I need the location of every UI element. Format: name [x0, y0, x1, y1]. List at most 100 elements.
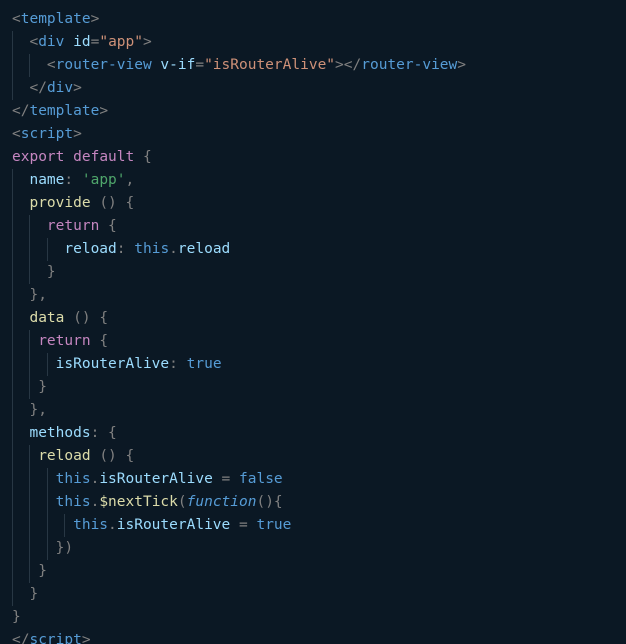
code-line: reload: this.reload [12, 238, 614, 261]
token-st: "app" [99, 34, 143, 50]
token-nm [178, 356, 187, 372]
token-bl: true [256, 517, 291, 533]
token-p: < [29, 34, 38, 50]
code-line: methods: { [12, 422, 614, 445]
code-line: return { [12, 330, 614, 353]
token-tg: template [21, 11, 91, 27]
token-nm [64, 310, 73, 326]
token-p: : [117, 241, 126, 257]
token-at: isRouterAlive [117, 517, 231, 533]
code-line: this.isRouterAlive = true [12, 514, 614, 537]
token-nm [64, 149, 73, 165]
token-p: { [126, 448, 135, 464]
token-at: reload [178, 241, 230, 257]
token-nm [12, 34, 29, 50]
token-p: }, [29, 402, 46, 418]
token-nm [12, 310, 29, 326]
code-line: reload () { [12, 445, 614, 468]
token-tg: this [134, 241, 169, 257]
token-p: > [99, 103, 108, 119]
token-nm [12, 241, 64, 257]
token-tg: router-view [56, 57, 152, 73]
token-tg: this [73, 517, 108, 533]
token-p: : [91, 425, 100, 441]
code-line: return { [12, 215, 614, 238]
code-line: } [12, 560, 614, 583]
token-p: } [38, 563, 47, 579]
token-at: name [29, 172, 64, 188]
token-p: < [12, 126, 21, 142]
token-nm [134, 149, 143, 165]
code-line: </template> [12, 100, 614, 123]
token-nm [117, 195, 126, 211]
token-at: isRouterAlive [56, 356, 170, 372]
token-at: id [73, 34, 90, 50]
token-p: > [82, 632, 91, 644]
code-line: } [12, 376, 614, 399]
token-nm [12, 402, 29, 418]
token-nm [230, 517, 239, 533]
code-line: <script> [12, 123, 614, 146]
token-nm [12, 195, 29, 211]
token-p: (){ [256, 494, 282, 510]
token-nm [12, 425, 29, 441]
token-nm [12, 172, 29, 188]
token-nm [12, 57, 47, 73]
token-st: "isRouterAlive" [204, 57, 335, 73]
token-tg: router-view [361, 57, 457, 73]
token-nm [117, 448, 126, 464]
token-nm [213, 471, 222, 487]
code-line: </script> [12, 629, 614, 644]
token-p: }) [56, 540, 73, 556]
code-line: this.$nextTick(function(){ [12, 491, 614, 514]
token-tg: template [29, 103, 99, 119]
token-nm [12, 218, 47, 234]
code-line: } [12, 583, 614, 606]
token-p: </ [29, 80, 46, 96]
code-line: }, [12, 399, 614, 422]
token-nm [12, 540, 56, 556]
token-nm [12, 563, 38, 579]
code-line: }, [12, 284, 614, 307]
token-tg: script [29, 632, 81, 644]
token-p: } [12, 609, 21, 625]
token-p: > [457, 57, 466, 73]
token-p: ></ [335, 57, 361, 73]
token-p: ( [178, 494, 187, 510]
token-p: = [239, 517, 248, 533]
token-at: methods [29, 425, 90, 441]
token-fn: provide [29, 195, 90, 211]
token-fn: data [29, 310, 64, 326]
token-nm [64, 34, 73, 50]
token-p: () [99, 448, 116, 464]
code-line: name: 'app', [12, 169, 614, 192]
token-nm [99, 218, 108, 234]
code-block: <template> <div id="app"> <router-view v… [0, 0, 626, 644]
token-p: </ [12, 103, 29, 119]
token-p: : [169, 356, 178, 372]
token-at: isRouterAlive [99, 471, 213, 487]
code-line: this.isRouterAlive = false [12, 468, 614, 491]
token-p: { [99, 310, 108, 326]
token-nm [12, 494, 56, 510]
token-nm [12, 448, 38, 464]
code-line: } [12, 261, 614, 284]
token-p: : [64, 172, 73, 188]
token-p: < [47, 57, 56, 73]
token-sg: 'app' [82, 172, 126, 188]
code-line: provide () { [12, 192, 614, 215]
code-line: data () { [12, 307, 614, 330]
token-p: . [108, 517, 117, 533]
code-line: }) [12, 537, 614, 560]
token-at: reload [64, 241, 116, 257]
token-p: > [73, 80, 82, 96]
token-p: { [143, 149, 152, 165]
code-line: } [12, 606, 614, 629]
token-p: () [99, 195, 116, 211]
code-line: <router-view v-if="isRouterAlive"></rout… [12, 54, 614, 77]
token-p: = [195, 57, 204, 73]
token-bl: false [239, 471, 283, 487]
code-line: isRouterAlive: true [12, 353, 614, 376]
token-p: > [143, 34, 152, 50]
token-nm [12, 264, 47, 280]
